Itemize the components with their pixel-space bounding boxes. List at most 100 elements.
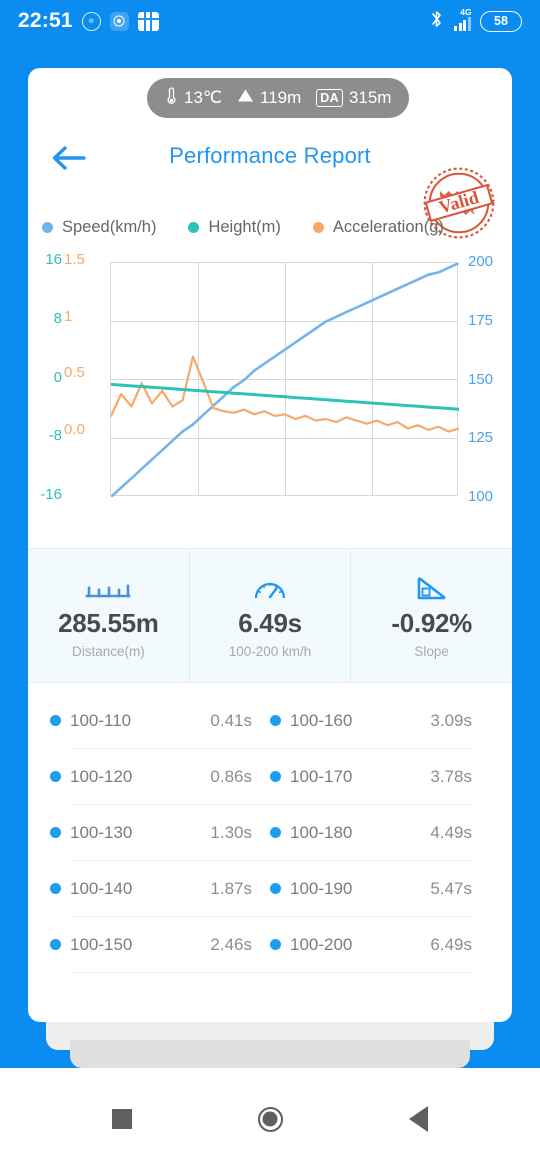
- bullet-icon: [270, 883, 281, 894]
- legend-item-height: Height(m): [188, 218, 281, 237]
- table-row-group: 100-120 0.86s 100-170 3.78s: [50, 749, 490, 805]
- legend-item-speed: Speed(km/h): [42, 218, 156, 237]
- height-axis: 16 8 0 -8 -16: [30, 251, 62, 504]
- bullet-icon: [50, 771, 61, 782]
- split-label: 100-140: [70, 878, 133, 898]
- da-badge-icon: DA: [316, 89, 343, 107]
- height-tick: 8: [53, 309, 62, 327]
- series-line-height: [111, 382, 459, 411]
- split-cell-right: 100-160 3.09s: [270, 711, 490, 731]
- stat-slope: -0.92% Slope: [350, 549, 512, 682]
- split-label: 100-130: [70, 822, 133, 842]
- speed-tick: 175: [468, 311, 494, 329]
- da-value: 315m: [348, 88, 392, 107]
- stat-label-acceleration-time: 100-200 km/h: [228, 644, 312, 659]
- split-label: 100-190: [290, 878, 353, 898]
- legend-dot-speed: [42, 222, 53, 233]
- grid-icon: [137, 11, 159, 31]
- split-label: 100-110: [70, 710, 132, 730]
- table-row[interactable]: 100-140 1.87s 100-190 5.47s: [50, 861, 490, 916]
- bullet-icon: [270, 771, 281, 782]
- bluetooth-icon: [429, 9, 444, 34]
- network-type-label: 4G: [460, 6, 472, 17]
- stat-acceleration-time: 6.49s 100-200 km/h: [188, 549, 351, 682]
- legend-item-acceleration: Acceleration(g): [312, 218, 444, 237]
- speed-tick: 150: [468, 370, 494, 388]
- legend-label-acceleration: Acceleration(g): [332, 218, 444, 236]
- speedometer-icon: [253, 572, 287, 606]
- split-cell-left: 100-130 1.30s: [50, 823, 270, 843]
- split-value: 1.87s: [210, 878, 252, 898]
- bullet-icon: [270, 715, 281, 726]
- split-value: 4.49s: [430, 822, 472, 842]
- split-cell-right: 100-180 4.49s: [270, 823, 490, 843]
- split-value: 0.86s: [210, 766, 252, 786]
- status-bar-right: 4G 58: [429, 7, 522, 34]
- split-cell-left: 100-140 1.87s: [50, 879, 270, 899]
- table-row[interactable]: 100-150 2.46s 100-200 6.49s: [50, 917, 490, 972]
- circle-badge-icon: ⊚: [81, 11, 101, 31]
- legend-dot-acceleration: [312, 222, 324, 233]
- split-value: 3.09s: [430, 710, 472, 730]
- split-label: 100-120: [70, 766, 133, 786]
- acceleration-axis: 1.5 1 0.5 0.0: [64, 252, 98, 439]
- thermometer-icon: [165, 86, 178, 110]
- report-card: 13℃ 119m DA 315m Performance Report Vali…: [28, 68, 512, 1022]
- recents-button[interactable]: [99, 1096, 145, 1142]
- split-label: 100-170: [290, 766, 353, 786]
- split-value: 2.46s: [210, 934, 252, 954]
- split-value: 3.78s: [430, 766, 472, 786]
- temperature-value: 13℃: [184, 88, 223, 107]
- table-row[interactable]: 100-120 0.86s 100-170 3.78s: [50, 749, 490, 804]
- android-nav-bar: [0, 1068, 540, 1170]
- split-label: 100-180: [290, 822, 353, 842]
- home-button[interactable]: [247, 1096, 293, 1142]
- temperature-item: 13℃: [165, 86, 222, 110]
- table-row[interactable]: 100-110 0.41s 100-160 3.09s: [50, 693, 490, 748]
- bullet-icon: [50, 827, 61, 838]
- split-cell-right: 100-200 6.49s: [270, 935, 490, 955]
- density-altitude-item: DA 315m: [316, 88, 391, 108]
- bullet-icon: [270, 939, 281, 950]
- split-label: 100-200: [290, 934, 353, 954]
- ruler-icon: [85, 572, 131, 606]
- split-value: 5.47s: [430, 878, 472, 898]
- stat-distance: 285.55m Distance(m): [28, 549, 189, 682]
- split-value: 6.49s: [430, 934, 472, 954]
- card-stack-shadow-2: [70, 1040, 470, 1068]
- split-cell-right: 100-170 3.78s: [270, 767, 490, 787]
- stat-label-slope: Slope: [414, 644, 449, 659]
- split-value: 1.30s: [210, 822, 252, 842]
- chart-legend: Speed(km/h) Height(m) Acceleration(g): [28, 218, 512, 237]
- height-tick: 16: [45, 251, 62, 268]
- bullet-icon: [50, 939, 61, 950]
- split-label: 100-160: [290, 710, 353, 730]
- stat-label-distance: Distance(m): [71, 644, 145, 659]
- table-row[interactable]: 100-130 1.30s 100-180 4.49s: [50, 805, 490, 860]
- back-nav-button[interactable]: [395, 1096, 441, 1142]
- home-circle-icon: [257, 1106, 283, 1132]
- card-header: Performance Report Valid: [28, 118, 512, 239]
- stat-value-slope: -0.92%: [391, 608, 472, 638]
- speed-tick: 200: [468, 253, 494, 270]
- altitude-value: 119m: [260, 88, 302, 107]
- table-row-group: 100-150 2.46s 100-200 6.49s: [50, 917, 490, 973]
- status-bar-left: 22:51 ⊚: [18, 9, 159, 33]
- split-cell-right: 100-190 5.47s: [270, 879, 490, 899]
- altitude-item: 119m: [237, 88, 301, 108]
- back-triangle-icon: [408, 1106, 428, 1132]
- recents-square-icon: [112, 1109, 132, 1129]
- phone-screen: 22:51 ⊚ 4G 58 13℃ 119m DA 315m Performan…: [0, 0, 540, 1170]
- chart-series: [111, 263, 459, 497]
- row-divider: [72, 972, 472, 973]
- signal-strength-icon: 4G: [453, 7, 472, 31]
- series-line-speed: [111, 263, 459, 497]
- split-value: 0.41s: [210, 710, 252, 730]
- conditions-pill: 13℃ 119m DA 315m: [147, 78, 410, 118]
- chart-plot-area: [110, 262, 459, 497]
- split-label: 100-150: [70, 934, 133, 954]
- speed-axis: 200 175 150 125 100: [468, 254, 510, 504]
- status-bar: 22:51 ⊚ 4G 58: [0, 0, 540, 42]
- split-cell-left: 100-150 2.46s: [50, 935, 270, 955]
- split-times-table: 100-110 0.41s 100-160 3.09s 100-120 0.86…: [28, 693, 512, 973]
